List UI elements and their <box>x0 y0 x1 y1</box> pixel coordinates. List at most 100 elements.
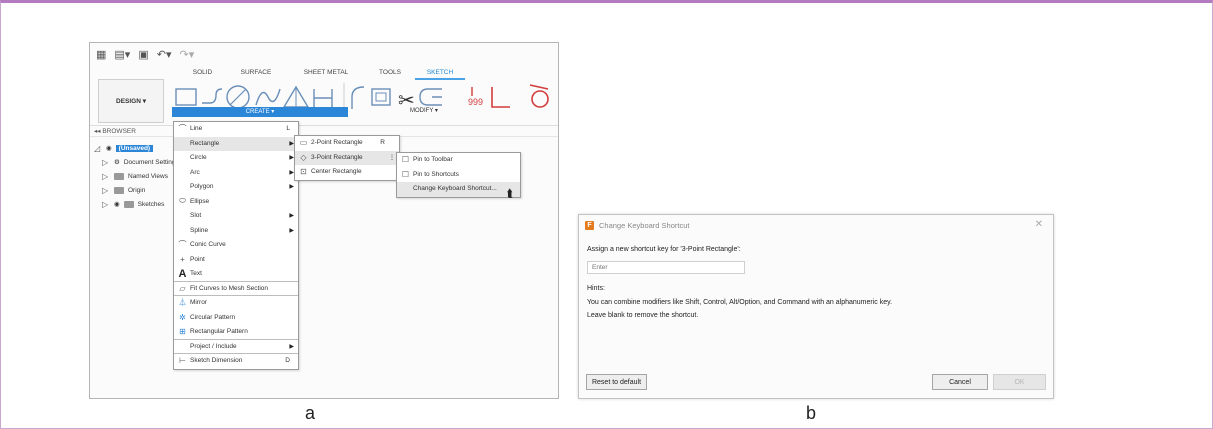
submenu-arrow-icon: ▶ <box>289 184 294 191</box>
tree-row-named-views[interactable]: ▷ Named Views <box>94 169 179 183</box>
browser-label: BROWSER <box>102 128 136 135</box>
redo-icon[interactable]: ↷▾ <box>179 48 194 61</box>
menu-item-project-include[interactable]: Project / Include ▶ <box>174 340 298 354</box>
fillet-tool-icon[interactable] <box>351 86 365 109</box>
browser-tree: ◿ ◉ (Unsaved) ▷ ⚙ Document Settings ▷ Named V… <box>94 141 179 211</box>
menu-item-label: Slot <box>190 212 202 220</box>
shortcut-input[interactable] <box>587 261 745 274</box>
quick-access-bar: ▦ ▤▾ ▣ ↶▾ ↷▾ <box>90 43 558 65</box>
menu-item-center-rectangle[interactable]: ⊡ Center Rectangle <box>295 165 399 180</box>
undo-icon[interactable]: ↶▾ <box>157 48 172 61</box>
menu-item-label: Sketch Dimension <box>190 357 243 365</box>
menu-item-pin-to-shortcuts[interactable]: ☐ Pin to Shortcuts <box>397 168 520 183</box>
menu-item-label: Circular Pattern <box>190 313 236 321</box>
menu-item-line[interactable]: ⌒ Line L <box>174 122 298 137</box>
tab-solid[interactable]: SOLID <box>180 67 225 80</box>
hints-heading: Hints: <box>587 285 605 292</box>
menu-item-change-keyboard-shortcut[interactable]: Change Keyboard Shortcut... <box>397 182 520 197</box>
shortcut-key: D <box>285 357 290 365</box>
submenu-arrow-icon: ▶ <box>289 343 294 350</box>
submenu-arrow-icon: ▶ <box>289 227 294 234</box>
menu-item-circle[interactable]: Circle ▶ <box>174 151 298 166</box>
design-workspace-button[interactable]: DESIGN ▾ <box>98 79 164 123</box>
panel-caption-b: b <box>806 403 817 423</box>
spline-tool-icon[interactable] <box>255 88 281 106</box>
dimension-tool-icon[interactable] <box>313 89 333 107</box>
line-tool-icon[interactable] <box>202 88 223 104</box>
cancel-button[interactable]: Cancel <box>932 374 988 390</box>
menu-item-sketch-dimension[interactable]: ⊢ Sketch Dimension D <box>174 354 298 369</box>
menu-item-polygon[interactable]: Polygon ▶ <box>174 180 298 195</box>
extend-tool-icon[interactable] <box>419 88 442 106</box>
menu-item-label: Conic Curve <box>190 241 226 249</box>
checkbox-icon[interactable]: ☐ <box>400 155 411 164</box>
rectangle-tool-icon[interactable] <box>175 88 197 106</box>
menu-item-arc[interactable]: Arc ▶ <box>174 166 298 181</box>
menu-item-2-point-rectangle[interactable]: ▭ 2-Point Rectangle R <box>295 136 399 151</box>
circle-tool-icon[interactable] <box>226 85 250 109</box>
grid-icon[interactable]: ▦ <box>96 48 106 61</box>
more-options-icon[interactable]: ⋮ <box>389 154 395 161</box>
menu-item-label: Mirror <box>190 299 207 307</box>
collapse-icon[interactable]: ◂◂ <box>94 128 101 135</box>
expand-icon[interactable]: ▷ <box>102 172 110 181</box>
tree-row-document-settings[interactable]: ▷ ⚙ Document Settings <box>94 155 179 169</box>
expand-icon[interactable]: ▷ <box>102 158 110 167</box>
folder-icon <box>123 200 134 208</box>
eye-icon[interactable]: ◉ <box>114 200 120 208</box>
tree-label: Named Views <box>128 172 168 180</box>
menu-item-rectangular-pattern[interactable]: ⊞ Rectangular Pattern <box>174 325 298 340</box>
tab-sheet-metal[interactable]: SHEET METAL <box>287 67 365 80</box>
folder-icon <box>114 186 124 194</box>
expand-icon[interactable]: ▷ <box>102 200 110 209</box>
menu-item-label: Point <box>190 255 205 263</box>
modify-dropdown[interactable]: MODIFY ▾ <box>410 107 438 114</box>
tab-sketch[interactable]: SKETCH <box>415 67 465 80</box>
menu-item-mirror[interactable]: ⏃ Mirror <box>174 296 298 311</box>
perpendicular-constraint-icon[interactable] <box>491 87 510 108</box>
constraint-icon[interactable]: 999 <box>468 87 483 107</box>
tree-row-sketches[interactable]: ▷ ◉ Sketches <box>94 197 179 211</box>
menu-item-pin-to-toolbar[interactable]: ☐ Pin to Toolbar <box>397 153 520 168</box>
menu-item-slot[interactable]: Slot ▶ <box>174 209 298 224</box>
tangent-constraint-icon[interactable] <box>529 84 549 108</box>
text-icon: A <box>178 267 187 280</box>
rectangle-icon: ▭ <box>299 138 308 148</box>
menu-item-3-point-rectangle[interactable]: ◇ 3-Point Rectangle ⋮ <box>295 150 399 165</box>
menu-item-ellipse[interactable]: ⬭ Ellipse <box>174 195 298 210</box>
create-dropdown[interactable]: CREATE ▾ <box>172 107 348 117</box>
change-keyboard-shortcut-dialog: F Change Keyboard Shortcut ✕ Assign a ne… <box>578 214 1054 399</box>
menu-item-label: Text <box>190 270 202 278</box>
tab-surface[interactable]: SURFACE <box>225 67 287 80</box>
expand-icon[interactable]: ▷ <box>102 186 110 195</box>
close-icon[interactable]: ✕ <box>1035 219 1043 230</box>
center-rectangle-icon: ⊡ <box>300 167 307 177</box>
menu-item-circular-pattern[interactable]: ✲ Circular Pattern <box>174 311 298 326</box>
menu-item-label: Pin to Shortcuts <box>413 170 459 178</box>
tree-row-origin[interactable]: ▷ Origin <box>94 183 179 197</box>
checkbox-icon[interactable]: ☐ <box>400 170 411 179</box>
menu-item-label: Polygon <box>190 183 214 191</box>
dialog-title: Change Keyboard Shortcut <box>599 220 690 230</box>
rotated-rectangle-icon: ◇ <box>300 152 307 162</box>
menu-item-text[interactable]: A Text <box>174 267 298 282</box>
triangle-tool-icon[interactable] <box>282 85 310 108</box>
point-icon: + <box>180 254 185 264</box>
menu-item-rectangle[interactable]: Rectangle ▶ <box>174 136 298 151</box>
menu-item-spline[interactable]: Spline ▶ <box>174 224 298 239</box>
reset-to-default-button[interactable]: Reset to default <box>586 374 647 390</box>
ok-button[interactable]: OK <box>993 374 1046 390</box>
menu-item-label: Pin to Toolbar <box>413 156 453 164</box>
menu-item-conic-curve[interactable]: ⌒ Conic Curve <box>174 238 298 253</box>
tree-label: Origin <box>128 186 146 194</box>
menu-item-point[interactable]: + Point <box>174 253 298 268</box>
save-icon[interactable]: ▣ <box>138 48 148 61</box>
file-icon[interactable]: ▤▾ <box>114 48 130 61</box>
tree-row-root[interactable]: ◿ ◉ (Unsaved) <box>94 141 179 155</box>
tab-tools[interactable]: TOOLS <box>365 67 415 80</box>
menu-item-fit-curves[interactable]: ▱ Fit Curves to Mesh Section <box>174 282 298 296</box>
expand-icon[interactable]: ◿ <box>94 144 102 153</box>
eye-icon[interactable]: ◉ <box>106 144 112 152</box>
tree-root-label: (Unsaved) <box>115 144 154 152</box>
offset-tool-icon[interactable] <box>371 88 391 106</box>
